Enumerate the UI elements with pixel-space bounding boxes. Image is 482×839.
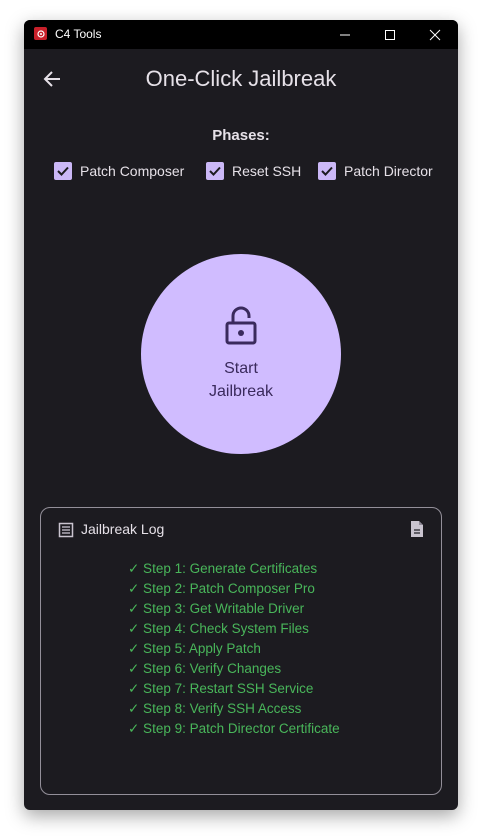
log-entry: ✓ Step 3: Get Writable Driver (128, 601, 305, 616)
minimize-button[interactable] (322, 20, 368, 49)
checkmark-icon (57, 166, 69, 176)
log-entry: ✓ Step 6: Verify Changes (128, 661, 282, 676)
log-entries: ✓ Step 1: Generate Certificates ✓ Step 2… (128, 559, 340, 739)
document-icon[interactable] (409, 520, 425, 538)
title-bar: C4 Tools (24, 20, 458, 49)
app-window: C4 Tools One-Click Jailbreak Phases: Pat… (24, 20, 458, 810)
jailbreak-log-panel: Jailbreak Log ✓ Step 1: Generate Certifi… (40, 507, 442, 795)
log-entry: ✓ Step 2: Patch Composer Pro (128, 581, 315, 596)
phase-label: Patch Director (344, 163, 433, 179)
maximize-icon (385, 29, 395, 40)
window-title: C4 Tools (55, 27, 102, 41)
log-title: Jailbreak Log (81, 521, 165, 537)
close-icon (429, 29, 441, 40)
log-entry: ✓ Step 9: Patch Director Certificate (128, 721, 340, 736)
close-button[interactable] (412, 20, 458, 49)
phase-checkbox-patch-composer[interactable]: Patch Composer (54, 160, 184, 182)
phase-label: Patch Composer (80, 163, 185, 179)
list-icon (58, 522, 74, 538)
unlock-icon (225, 306, 257, 345)
phases-label: Phases: (212, 127, 270, 144)
checkmark-icon (209, 166, 221, 176)
log-entry: ✓ Step 7: Restart SSH Service (128, 681, 314, 696)
app-icon (34, 27, 47, 40)
minimize-icon (340, 34, 350, 35)
start-jailbreak-button[interactable]: Start Jailbreak (141, 254, 341, 454)
page-title: One-Click Jailbreak (145, 66, 337, 91)
page-header: One-Click Jailbreak (24, 49, 458, 107)
checkbox[interactable] (206, 162, 224, 180)
maximize-button[interactable] (367, 20, 413, 49)
log-entry: ✓ Step 4: Check System Files (128, 621, 309, 636)
phase-checkbox-patch-director[interactable]: Patch Director (318, 160, 433, 182)
phase-checkbox-reset-ssh[interactable]: Reset SSH (206, 160, 301, 182)
phase-label: Reset SSH (232, 163, 302, 179)
checkbox[interactable] (54, 162, 72, 180)
start-jailbreak-label: Start Jailbreak (208, 360, 274, 400)
checkbox[interactable] (318, 162, 336, 180)
log-entry: ✓ Step 5: Apply Patch (128, 641, 261, 656)
checkmark-icon (321, 166, 333, 176)
log-entry: ✓ Step 1: Generate Certificates (128, 561, 318, 576)
log-entry: ✓ Step 8: Verify SSH Access (128, 701, 302, 716)
